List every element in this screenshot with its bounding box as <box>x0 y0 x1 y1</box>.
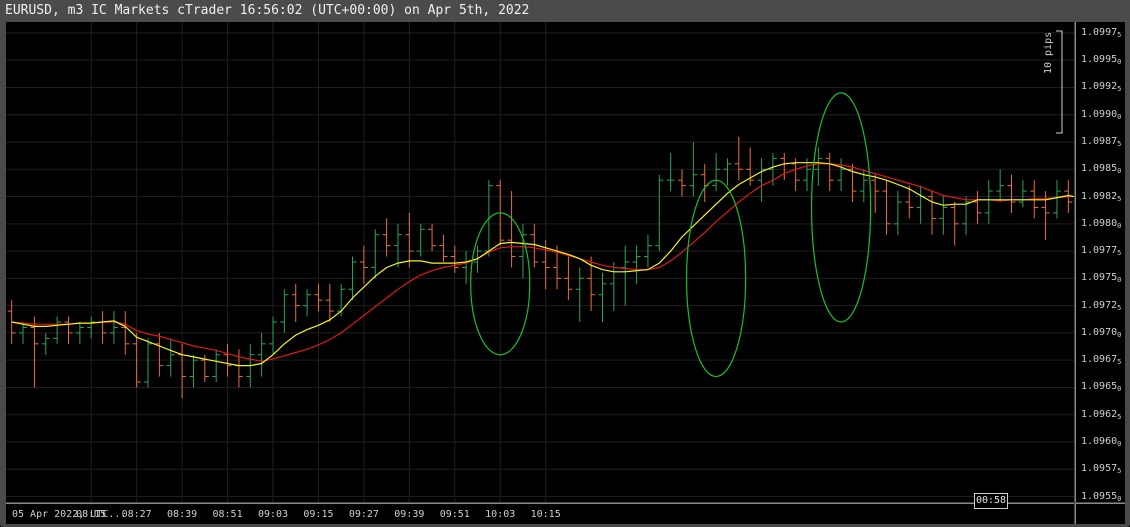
price-tick-label: 1.09575 <box>1081 463 1122 476</box>
ema-fast-line <box>11 162 1103 367</box>
time-tick-label: 08:51 <box>212 509 243 520</box>
window-title: EURUSD, m3 IC Markets cTrader 16:56:02 (… <box>5 3 530 18</box>
pip-scale-label: 10 pips <box>1043 31 1054 74</box>
window-titlebar[interactable]: EURUSD, m3 IC Markets cTrader 16:56:02 (… <box>0 0 1130 22</box>
cursor-time-label: 00:58 <box>974 493 1008 509</box>
axis-corner <box>1075 503 1125 524</box>
price-tick-label: 1.09900 <box>1081 108 1122 121</box>
price-tick-label: 1.09775 <box>1081 245 1122 258</box>
time-tick-label: 09:39 <box>394 509 425 520</box>
candlestick-chart[interactable] <box>6 22 1103 502</box>
plot-area[interactable] <box>6 22 1103 502</box>
price-tick-label: 1.09675 <box>1081 354 1122 367</box>
chart-window: EURUSD, m3 IC Markets cTrader 16:56:02 (… <box>0 0 1130 527</box>
price-tick-label: 1.09800 <box>1081 217 1122 230</box>
time-tick-label: 08:39 <box>167 509 198 520</box>
price-tick-label: 1.09700 <box>1081 326 1122 339</box>
ema-slow-line <box>11 163 1103 362</box>
time-tick-label: 09:51 <box>439 509 470 520</box>
time-tick-label: 09:15 <box>303 509 334 520</box>
price-tick-label: 1.09850 <box>1081 163 1122 176</box>
time-tick-label: 09:27 <box>348 509 379 520</box>
price-tick-label: 1.09925 <box>1081 81 1122 94</box>
price-tick-label: 1.09950 <box>1081 54 1122 67</box>
price-tick-label: 1.09750 <box>1081 272 1122 285</box>
price-tick-label: 1.09625 <box>1081 408 1122 421</box>
time-tick-label: 08:27 <box>121 509 152 520</box>
price-tick-label: 1.09725 <box>1081 299 1122 312</box>
highlight-ellipse <box>810 92 872 323</box>
price-tick-label: 1.09600 <box>1081 436 1122 448</box>
time-tick-label: 10:03 <box>485 509 516 520</box>
price-tick-label: 1.09975 <box>1081 26 1122 39</box>
time-tick-label: 08:15 <box>76 509 107 520</box>
time-tick-label: 10:15 <box>530 509 561 520</box>
time-axis[interactable]: 05 Apr 2022, UTC... 08:15 08:27 08:39 08:51 0… <box>6 503 1074 524</box>
time-tick-label: 09:03 <box>257 509 289 520</box>
price-tick-label: 1.09650 <box>1081 381 1122 394</box>
price-axis[interactable]: 1.09975 1.09950 1.09925 1.09900 1.09875 1.098… <box>1075 22 1125 503</box>
price-tick-label: 1.09825 <box>1081 190 1122 203</box>
price-tick-label: 1.09550 <box>1081 490 1122 503</box>
price-tick-label: 1.09875 <box>1081 136 1122 148</box>
time-tick-label: 05 Apr 2022, UTC... <box>12 509 127 520</box>
